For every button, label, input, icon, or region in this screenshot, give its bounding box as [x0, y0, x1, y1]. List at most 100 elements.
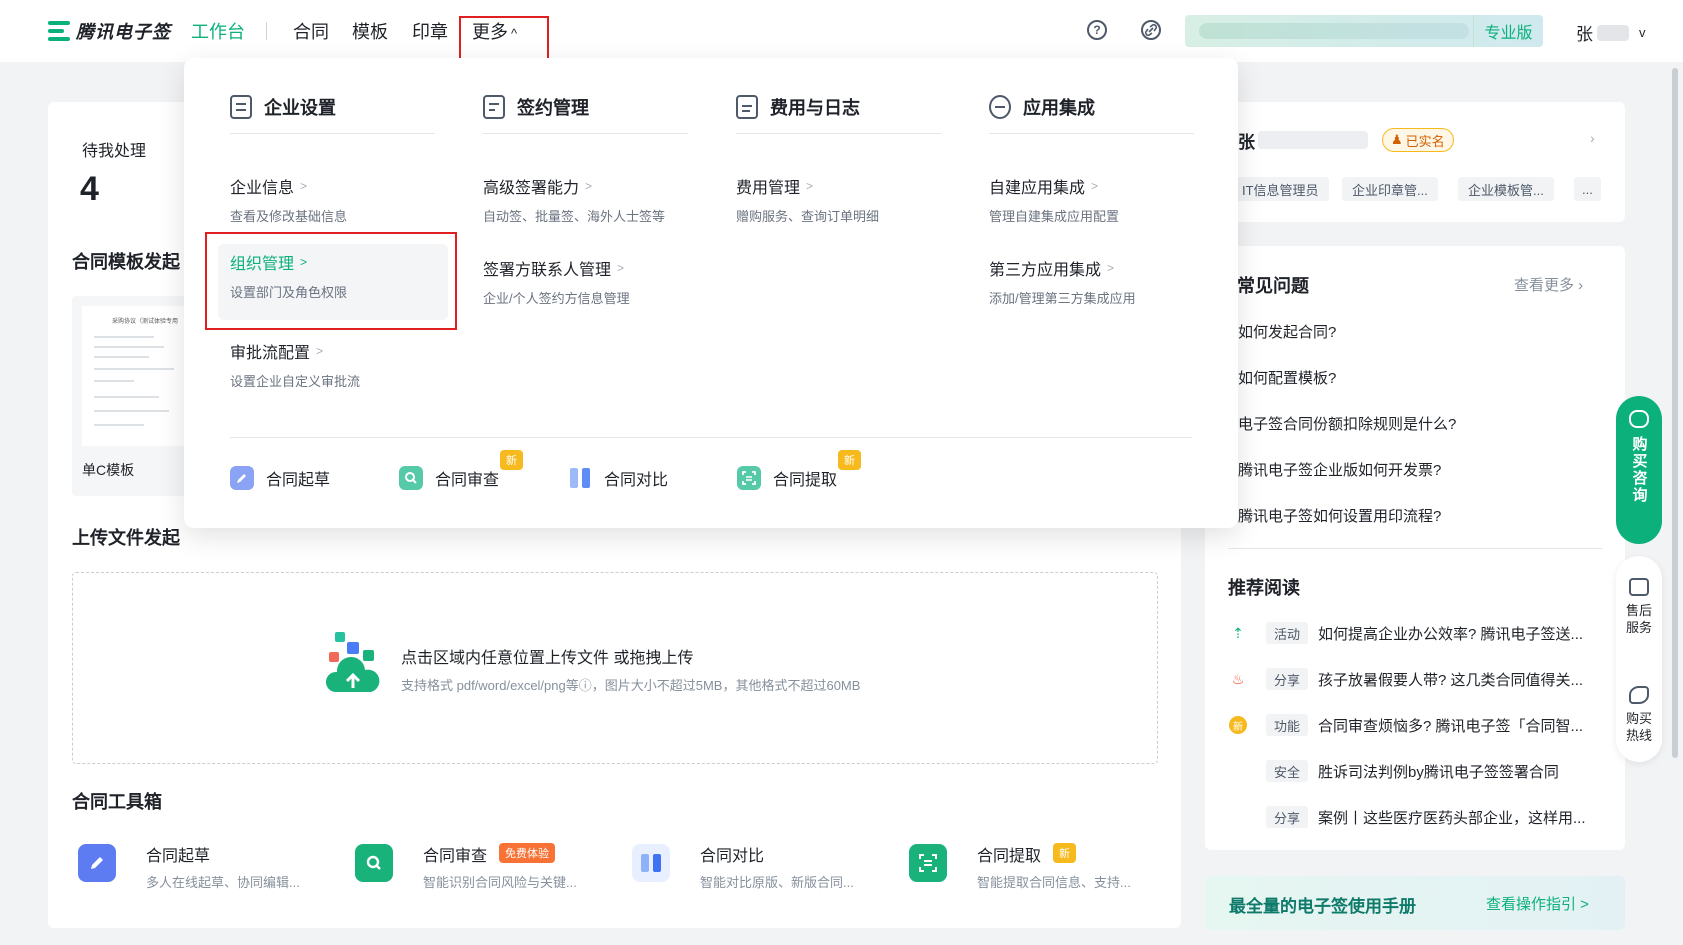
tool-desc: 智能识别合同风险与关键...	[423, 875, 577, 890]
menu-desc: 管理自建集成应用配置	[989, 209, 1120, 224]
logo-icon	[48, 21, 70, 41]
user-menu[interactable]: 张 v	[1576, 20, 1646, 45]
reading-item[interactable]: 新 功能 合同审查烦恼多? 腾讯电子签「合同智...	[1228, 713, 1608, 737]
reading-item[interactable]: 分享 案例丨这些医疗医药头部企业，这样用...	[1228, 805, 1608, 829]
quick-review[interactable]: 合同审查	[399, 466, 499, 490]
tool-compare[interactable]: 合同对比 智能对比原版、新版合同...	[632, 840, 892, 900]
dropdown-divider	[230, 437, 1192, 438]
tool-desc: 智能对比原版、新版合同...	[700, 875, 854, 890]
divider	[1228, 548, 1602, 549]
manual-link[interactable]: 查看操作指引 >	[1486, 893, 1589, 914]
pending-label: 待我处理	[82, 143, 147, 160]
pending-count[interactable]: 4	[80, 170, 99, 209]
chevron-right-icon: >	[300, 179, 308, 193]
column-header-billing: 费用与日志	[736, 94, 860, 120]
column-divider	[230, 133, 435, 134]
org-name-masked	[1199, 23, 1469, 39]
user-name-masked	[1597, 24, 1629, 41]
receipt-icon	[736, 95, 758, 119]
more-roles-tag[interactable]: ...	[1574, 177, 1601, 201]
after-sale-button[interactable]: 售后服务	[1616, 578, 1662, 636]
reading-item[interactable]: 安全 胜诉司法判例by腾讯电子签签署合同	[1228, 759, 1608, 783]
faq-see-more-link[interactable]: 查看更多 ›	[1514, 274, 1583, 295]
reading-item[interactable]: ♨ 分享 孩子放暑假要人带? 这几类合同值得关...	[1228, 667, 1608, 691]
reading-tag: 功能	[1266, 714, 1309, 736]
logo-text: 腾讯电子签	[76, 22, 171, 42]
buy-consult-button[interactable]: 购买咨询	[1616, 396, 1662, 544]
nav-seal[interactable]: 印章	[412, 18, 448, 44]
scan-icon	[909, 844, 947, 882]
reading-text: 孩子放暑假要人带? 这几类合同值得关...	[1318, 671, 1584, 689]
faq-title: 常见问题	[1237, 276, 1309, 296]
manual-title: 最全量的电子签使用手册	[1229, 897, 1416, 916]
org-switcher[interactable]: 专业版	[1185, 15, 1543, 47]
pen-icon	[230, 466, 254, 490]
faq-item[interactable]: 如何发起合同?	[1238, 321, 1336, 342]
menu-advanced-signing[interactable]: 高级签署能力 > 自动签、批量签、海外人士签等	[483, 168, 713, 244]
faq-item[interactable]: 电子签合同份额扣除规则是什么?	[1238, 413, 1456, 434]
menu-desc: 企业/个人签约方信息管理	[483, 291, 630, 306]
quick-draft[interactable]: 合同起草	[230, 466, 330, 490]
template-doc-title: 采购协议（测试体验专用	[112, 319, 179, 325]
new-icon: 新	[1228, 716, 1248, 734]
pen-icon	[78, 844, 116, 882]
reading-text: 胜诉司法判例by腾讯电子签签署合同	[1318, 763, 1559, 781]
menu-signer-contacts[interactable]: 签署方联系人管理 > 企业/个人签约方信息管理	[483, 250, 713, 326]
user-initial: 张	[1576, 25, 1593, 44]
cloud-upload-icon	[325, 630, 381, 700]
quick-extract[interactable]: 合同提取	[737, 466, 837, 490]
menu-approval-flow[interactable]: 审批流配置 > 设置企业自定义审批流	[230, 333, 460, 409]
logo[interactable]: 腾讯电子签	[48, 18, 171, 44]
menu-title: 高级签署能力	[483, 180, 580, 197]
chevron-right-icon: >	[316, 344, 324, 358]
account-initial: 张	[1238, 133, 1255, 152]
menu-third-party-app[interactable]: 第三方应用集成 > 添加/管理第三方集成应用	[989, 250, 1219, 326]
template-thumbnail: 采购协议（测试体验专用	[82, 306, 192, 446]
code-icon	[989, 95, 1011, 119]
message-icon	[1629, 578, 1649, 596]
reading-text: 合同审查烦恼多? 腾讯电子签「合同智...	[1318, 717, 1584, 735]
quick-label: 合同起草	[266, 472, 331, 489]
reading-text: 案例丨这些医疗医药头部企业，这样用...	[1318, 809, 1586, 827]
float-toolbar: 售后服务 购买热线	[1616, 556, 1662, 762]
menu-desc: 设置企业自定义审批流	[230, 374, 361, 389]
upload-dropzone[interactable]	[72, 572, 1158, 764]
page-scrollbar[interactable]	[1672, 68, 1678, 758]
quick-label: 合同提取	[773, 472, 838, 489]
chevron-right-icon: >	[1107, 261, 1115, 275]
verified-label: 已实名	[1405, 133, 1445, 149]
highlight-box-org	[205, 232, 457, 330]
help-icon[interactable]: ?	[1087, 20, 1107, 40]
menu-desc: 查看及修改基础信息	[230, 209, 348, 224]
tool-extract[interactable]: 合同提取 新 智能提取合同信息、支持...	[909, 840, 1169, 900]
magnifier-icon	[355, 844, 393, 882]
menu-custom-app[interactable]: 自建应用集成 > 管理自建集成应用配置	[989, 168, 1219, 244]
menu-desc: 添加/管理第三方集成应用	[989, 291, 1136, 306]
template-card[interactable]: 采购协议（测试体验专用 单C模板	[72, 296, 192, 496]
tool-draft[interactable]: 合同起草 多人在线起草、协同编辑...	[78, 840, 338, 900]
toolbox-section-title: 合同工具箱	[72, 792, 162, 812]
hotline-button[interactable]: 购买热线	[1616, 686, 1662, 744]
faq-item[interactable]: 腾讯电子签如何设置用印流程?	[1238, 505, 1441, 526]
tool-name: 合同起草	[146, 848, 211, 865]
menu-billing[interactable]: 费用管理 > 赠购服务、查询订单明细	[736, 168, 966, 244]
buy-consult-label: 购买咨询	[1630, 436, 1648, 504]
faq-item[interactable]: 如何配置模板?	[1238, 367, 1336, 388]
column-header-company: 企业设置	[230, 94, 336, 120]
nav-workbench[interactable]: 工作台	[191, 18, 245, 44]
chevron-right-icon: >	[617, 261, 625, 275]
faq-item[interactable]: 腾讯电子签企业版如何开发票?	[1238, 459, 1441, 480]
nav-contract[interactable]: 合同	[293, 18, 329, 44]
quick-label: 合同对比	[604, 472, 669, 489]
tool-review[interactable]: 合同审查 免费体验 智能识别合同风险与关键...	[355, 840, 615, 900]
reading-item[interactable]: ⇡ 活动 如何提高企业办公效率? 腾讯电子签送...	[1228, 621, 1608, 645]
quick-compare[interactable]: 合同对比	[568, 466, 668, 490]
link-icon[interactable]	[1141, 20, 1161, 40]
faq-see-more-label: 查看更多	[1514, 277, 1575, 294]
nav-template[interactable]: 模板	[352, 18, 388, 44]
chevron-right-icon[interactable]: ›	[1590, 130, 1595, 146]
menu-title: 企业信息	[230, 180, 295, 197]
free-trial-badge: 免费体验	[499, 843, 555, 863]
upload-section-title: 上传文件发起	[72, 528, 180, 548]
column-header-signing: 签约管理	[483, 94, 589, 120]
